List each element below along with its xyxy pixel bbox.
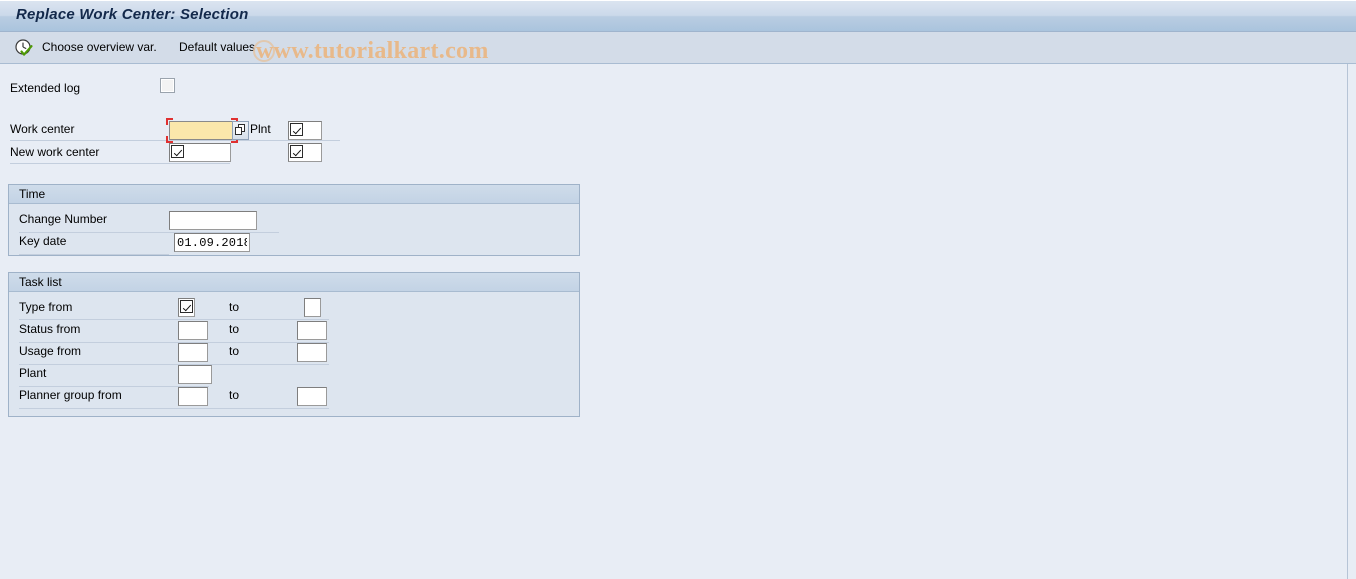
- plant-label: Plant: [19, 366, 47, 380]
- work-center-row-underline: [10, 140, 340, 141]
- status-to-label: to: [229, 322, 240, 336]
- task-list-group-body: Type from to Status from to Usage from t…: [9, 292, 579, 416]
- checkbox-glyph-icon: [171, 145, 184, 158]
- checkbox-glyph-icon: [180, 300, 193, 313]
- new-work-center-field-wrap: [169, 143, 231, 162]
- time-group: Time Change Number Key date: [8, 184, 580, 256]
- key-date-underline: [19, 254, 169, 255]
- plant-input[interactable]: [178, 365, 212, 384]
- sap-application-window: Replace Work Center: Selection Choose ov…: [0, 0, 1356, 579]
- extended-log-checkbox[interactable]: [160, 78, 175, 93]
- status-from-input[interactable]: [178, 321, 208, 340]
- planner-group-underline: [19, 408, 329, 409]
- time-group-body: Change Number Key date: [9, 204, 579, 255]
- clock-check-icon[interactable]: [14, 38, 34, 58]
- planner-group-to-input[interactable]: [297, 387, 327, 406]
- planner-group-from-label: Planner group from: [19, 388, 122, 402]
- watermark-text: www.tutorialkart.com: [256, 38, 489, 64]
- time-group-title: Time: [19, 187, 46, 201]
- usage-from-input[interactable]: [178, 343, 208, 362]
- key-date-input[interactable]: [174, 233, 250, 252]
- change-number-label: Change Number: [19, 212, 108, 226]
- extended-log-label: Extended log: [10, 81, 81, 95]
- new-work-center-row-underline: [10, 163, 230, 164]
- page-title: Replace Work Center: Selection: [16, 6, 249, 23]
- toolbar: Choose overview var. Default values: [0, 32, 1356, 64]
- default-values-button[interactable]: Default values: [179, 40, 255, 54]
- choose-overview-var-button[interactable]: Choose overview var.: [42, 40, 157, 54]
- type-from-field-wrap: [178, 298, 195, 317]
- planner-group-to-label: to: [229, 388, 240, 402]
- new-work-center-plant-field-wrap: [288, 143, 322, 162]
- new-work-center-label: New work center: [10, 145, 100, 159]
- time-group-header: Time: [9, 185, 579, 204]
- work-center-plant-field-wrap: [288, 121, 322, 140]
- work-center-label: Work center: [10, 122, 75, 136]
- type-from-label: Type from: [19, 300, 73, 314]
- multiple-selection-icon[interactable]: [232, 121, 249, 140]
- checkbox-glyph-icon: [290, 145, 303, 158]
- content-area: Extended log Work center Plnt New work c…: [0, 64, 1348, 579]
- usage-to-input[interactable]: [297, 343, 327, 362]
- plant-short-label: Plnt: [250, 122, 271, 136]
- type-to-label: to: [229, 300, 240, 314]
- change-number-input[interactable]: [169, 211, 257, 230]
- key-date-label: Key date: [19, 234, 67, 248]
- status-from-label: Status from: [19, 322, 81, 336]
- usage-from-underline: [19, 364, 329, 365]
- status-to-input[interactable]: [297, 321, 327, 340]
- type-from-underline: [19, 319, 329, 320]
- task-list-group-header: Task list: [9, 273, 579, 292]
- planner-group-from-input[interactable]: [178, 387, 208, 406]
- checkbox-glyph-icon: [290, 123, 303, 136]
- usage-to-label: to: [229, 344, 240, 358]
- type-to-input[interactable]: [304, 298, 321, 317]
- task-list-group-title: Task list: [19, 275, 62, 289]
- title-bar: Replace Work Center: Selection: [0, 0, 1356, 32]
- task-list-group: Task list Type from to Status from to Us…: [8, 272, 580, 417]
- usage-from-label: Usage from: [19, 344, 82, 358]
- work-center-input[interactable]: [169, 121, 235, 140]
- status-from-underline: [19, 342, 329, 343]
